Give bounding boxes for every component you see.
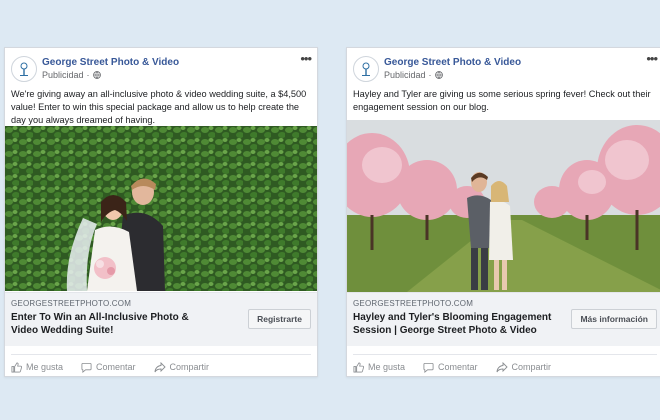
post-image-wedding[interactable] bbox=[5, 126, 317, 291]
link-preview[interactable]: GEORGESTREETPHOTO.COM Enter To Win an Al… bbox=[5, 292, 317, 346]
comment-icon bbox=[423, 362, 434, 373]
thumbs-up-icon bbox=[11, 362, 22, 372]
engagement-photo bbox=[347, 120, 660, 292]
post-header: George Street Photo & Video Publicidad ·… bbox=[5, 48, 317, 88]
sponsored-label: Publicidad · bbox=[42, 70, 101, 80]
comment-button[interactable]: Comentar bbox=[81, 362, 136, 373]
logo-icon bbox=[20, 62, 28, 76]
sponsored-label: Publicidad · bbox=[384, 70, 443, 80]
post-caption: We're giving away an all-inclusive photo… bbox=[11, 89, 307, 125]
share-button[interactable]: Compartir bbox=[496, 361, 552, 373]
like-button[interactable]: Me gusta bbox=[353, 362, 405, 373]
learn-more-button[interactable]: Más información bbox=[571, 309, 657, 329]
ad-post-2: George Street Photo & Video Publicidad ·… bbox=[346, 47, 660, 377]
action-bar: Me gusta Comentar Compartir bbox=[11, 354, 311, 379]
comment-icon bbox=[81, 362, 92, 373]
globe-icon bbox=[434, 71, 443, 79]
ad-post-1: George Street Photo & Video Publicidad ·… bbox=[4, 47, 318, 377]
globe-icon bbox=[92, 71, 101, 79]
share-icon bbox=[154, 361, 166, 372]
page-name-link[interactable]: George Street Photo & Video bbox=[42, 57, 179, 68]
comment-label: Comentar bbox=[96, 362, 136, 372]
comment-label: Comentar bbox=[438, 362, 478, 372]
thumbs-up-icon bbox=[353, 362, 364, 372]
post-header: George Street Photo & Video Publicidad ·… bbox=[347, 48, 660, 88]
sponsored-text: Publicidad bbox=[384, 70, 426, 80]
share-label: Compartir bbox=[169, 362, 210, 372]
link-preview[interactable]: GEORGESTREETPHOTO.COM Hayley and Tyler's… bbox=[347, 292, 660, 346]
like-label: Me gusta bbox=[26, 362, 64, 372]
share-label: Compartir bbox=[511, 362, 552, 372]
post-caption: Hayley and Tyler are giving us some seri… bbox=[353, 89, 651, 112]
link-headline[interactable]: Hayley and Tyler's Blooming Engagement S… bbox=[353, 311, 583, 337]
page-name-link[interactable]: George Street Photo & Video bbox=[384, 57, 521, 68]
wedding-photo bbox=[5, 126, 317, 291]
link-domain: GEORGESTREETPHOTO.COM bbox=[353, 299, 474, 308]
more-options-icon[interactable]: ••• bbox=[300, 51, 312, 66]
signup-button[interactable]: Registrarte bbox=[248, 309, 311, 329]
more-options-icon[interactable]: ••• bbox=[646, 51, 658, 66]
page-avatar[interactable] bbox=[11, 56, 37, 82]
share-button[interactable]: Compartir bbox=[154, 361, 210, 373]
action-bar: Me gusta Comentar Compartir bbox=[353, 354, 657, 379]
link-domain: GEORGESTREETPHOTO.COM bbox=[11, 299, 132, 308]
sponsored-text: Publicidad bbox=[42, 70, 84, 80]
share-icon bbox=[496, 361, 508, 372]
like-label: Me gusta bbox=[368, 362, 406, 372]
link-headline[interactable]: Enter To Win an All-Inclusive Photo & Vi… bbox=[11, 311, 211, 337]
page-avatar[interactable] bbox=[353, 56, 379, 82]
like-button[interactable]: Me gusta bbox=[11, 362, 63, 373]
logo-icon bbox=[362, 62, 370, 76]
post-image-engagement[interactable] bbox=[347, 120, 660, 292]
comment-button[interactable]: Comentar bbox=[423, 362, 478, 373]
